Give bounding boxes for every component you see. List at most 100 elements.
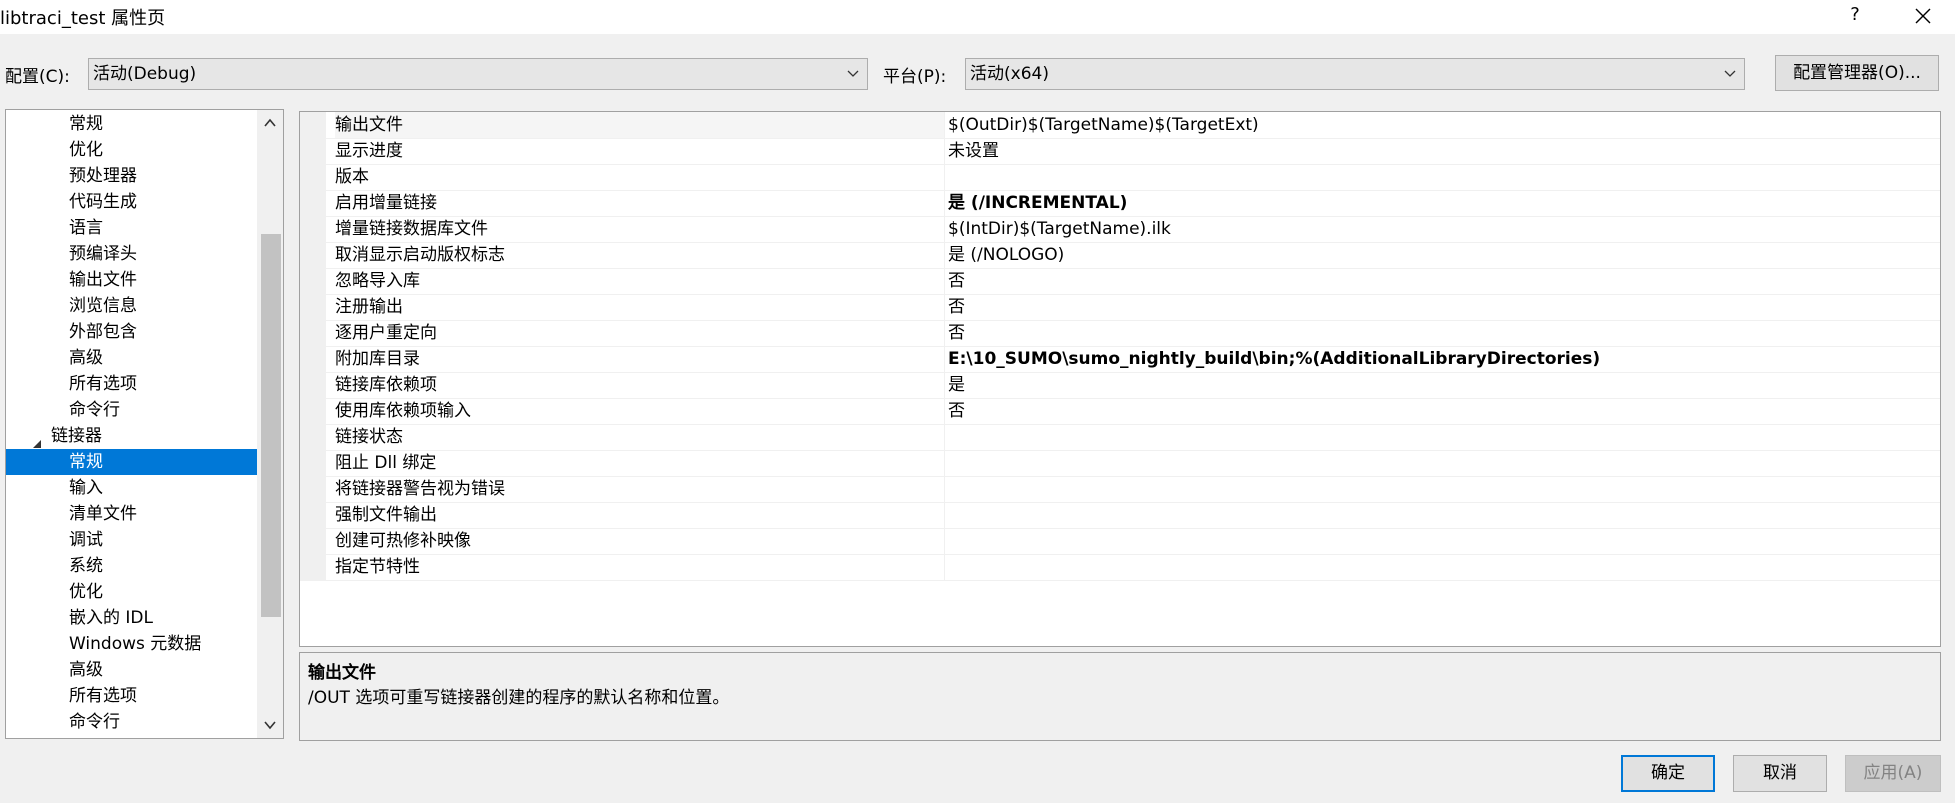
property-row[interactable]: 启用增量链接 是 (/INCREMENTAL)	[300, 190, 1940, 217]
tree-item-label: 高级	[69, 660, 103, 680]
tree-item-label: 清单文件	[69, 504, 137, 524]
tree-item-label: 系统	[69, 556, 103, 576]
tree-item-label: 优化	[69, 582, 103, 602]
tree-item[interactable]: 预编译头	[6, 241, 257, 267]
tree-item-label: 命令行	[69, 400, 120, 420]
tree-item-label: 优化	[69, 140, 103, 160]
property-name: 取消显示启动版权标志	[335, 245, 505, 265]
row-margin	[300, 164, 326, 190]
property-name: 阻止 Dll 绑定	[335, 453, 437, 473]
property-value[interactable]: 未设置	[948, 138, 999, 164]
tree-item[interactable]: 代码生成	[6, 189, 257, 215]
cancel-button[interactable]: 取消	[1733, 755, 1827, 792]
column-divider	[944, 346, 945, 372]
tree-item[interactable]: 调试	[6, 527, 257, 553]
property-name: 启用增量链接	[335, 193, 437, 213]
scroll-down-icon[interactable]	[261, 716, 279, 734]
tree-node-linker[interactable]: 链接器	[6, 423, 257, 449]
property-value[interactable]: 否	[948, 294, 965, 320]
tree-scrollbar[interactable]	[257, 110, 283, 738]
description-text: /OUT 选项可重写链接器创建的程序的默认名称和位置。	[308, 688, 730, 708]
tree-item[interactable]: 输出文件	[6, 267, 257, 293]
property-row[interactable]: 创建可热修补映像	[300, 528, 1940, 555]
property-row[interactable]: 将链接器警告视为错误	[300, 476, 1940, 503]
property-grid[interactable]: 输出文件 $(OutDir)$(TargetName)$(TargetExt) 显示…	[299, 111, 1941, 647]
tree-item[interactable]: 浏览信息	[6, 293, 257, 319]
property-value[interactable]: 是 (/NOLOGO)	[948, 242, 1064, 268]
tree-item-label: 外部包含	[69, 322, 137, 342]
property-row[interactable]: 注册输出 否	[300, 294, 1940, 321]
property-row[interactable]: 使用库依赖项输入 否	[300, 398, 1940, 425]
column-divider	[944, 268, 945, 294]
column-divider	[944, 554, 945, 580]
property-value[interactable]: 是 (/INCREMENTAL)	[948, 190, 1127, 216]
window-title: libtraci_test 属性页	[0, 8, 166, 29]
tree-item[interactable]: 嵌入的 IDL	[6, 605, 257, 631]
property-row[interactable]: 忽略导入库 否	[300, 268, 1940, 295]
tree-item[interactable]: 清单文件	[6, 501, 257, 527]
property-row[interactable]: 链接状态	[300, 424, 1940, 451]
config-manager-button[interactable]: 配置管理器(O)...	[1775, 55, 1939, 91]
tree-item[interactable]: Windows 元数据	[6, 631, 257, 657]
property-name: 逐用户重定向	[335, 323, 437, 343]
property-value[interactable]: $(OutDir)$(TargetName)$(TargetExt)	[948, 112, 1259, 138]
column-divider	[944, 372, 945, 398]
property-name: 注册输出	[335, 297, 403, 317]
help-button[interactable]: ?	[1843, 3, 1867, 27]
row-margin	[300, 190, 326, 216]
property-row[interactable]: 强制文件输出	[300, 502, 1940, 529]
row-margin	[300, 502, 326, 528]
property-row[interactable]: 取消显示启动版权标志 是 (/NOLOGO)	[300, 242, 1940, 269]
tree-item[interactable]: 所有选项	[6, 683, 257, 709]
tree-item[interactable]: 高级	[6, 657, 257, 683]
property-row[interactable]: 链接库依赖项 是	[300, 372, 1940, 399]
tree-item-label: 输出文件	[69, 270, 137, 290]
property-row[interactable]: 增量链接数据库文件 $(IntDir)$(TargetName).ilk	[300, 216, 1940, 243]
property-value[interactable]: $(IntDir)$(TargetName).ilk	[948, 216, 1171, 242]
tree-item-label: 所有选项	[69, 374, 137, 394]
tree-item[interactable]: 所有选项	[6, 371, 257, 397]
ok-button[interactable]: 确定	[1621, 755, 1715, 792]
tree-item[interactable]: 优化	[6, 137, 257, 163]
tree-item[interactable]: 语言	[6, 215, 257, 241]
tree-item-label: 命令行	[69, 712, 120, 732]
tree-item[interactable]: 系统	[6, 553, 257, 579]
property-tree[interactable]: 常规 优化 预处理器 代码生成 语言 预编译头 输出文件 浏览信息 外部包含 高级 所有选项 命令行链…	[5, 109, 284, 739]
platform-dropdown[interactable]: 活动(x64)	[965, 58, 1745, 90]
tree-item[interactable]: 命令行	[6, 709, 257, 735]
tree-item[interactable]: 常规	[6, 111, 257, 137]
column-divider	[944, 242, 945, 268]
scroll-up-icon[interactable]	[261, 114, 279, 132]
property-value[interactable]: 否	[948, 398, 965, 424]
chevron-down-icon	[845, 59, 861, 89]
tree-item-label: 常规	[69, 452, 103, 472]
close-button[interactable]	[1908, 2, 1938, 30]
property-value[interactable]: E:\10_SUMO\sumo_nightly_build\bin;%(Addi…	[948, 346, 1600, 372]
tree-item[interactable]: 高级	[6, 345, 257, 371]
row-margin	[300, 268, 326, 294]
property-row[interactable]: 输出文件 $(OutDir)$(TargetName)$(TargetExt)	[300, 112, 1940, 139]
apply-button[interactable]: 应用(A)	[1845, 755, 1941, 792]
property-value[interactable]: 否	[948, 320, 965, 346]
property-value[interactable]: 是	[948, 372, 965, 398]
scroll-thumb[interactable]	[261, 234, 281, 617]
tree-item[interactable]: 预处理器	[6, 163, 257, 189]
tree-item[interactable]: 常规	[6, 449, 257, 475]
property-row[interactable]: 阻止 Dll 绑定	[300, 450, 1940, 477]
property-row[interactable]: 版本	[300, 164, 1940, 191]
tree-item[interactable]: 输入	[6, 475, 257, 501]
row-margin	[300, 346, 326, 372]
property-name: 链接状态	[335, 427, 403, 447]
row-margin	[300, 294, 326, 320]
tree-item[interactable]: 命令行	[6, 397, 257, 423]
config-dropdown[interactable]: 活动(Debug)	[88, 58, 868, 90]
property-row[interactable]: 指定节特性	[300, 554, 1940, 581]
column-divider	[944, 476, 945, 502]
tree-item[interactable]: 优化	[6, 579, 257, 605]
property-row[interactable]: 显示进度 未设置	[300, 138, 1940, 165]
property-value[interactable]: 否	[948, 268, 965, 294]
property-row[interactable]: 逐用户重定向 否	[300, 320, 1940, 347]
tree-item[interactable]: 外部包含	[6, 319, 257, 345]
tree-item-label: 预编译头	[69, 244, 137, 264]
property-row[interactable]: 附加库目录 E:\10_SUMO\sumo_nightly_build\bin;%…	[300, 346, 1940, 373]
